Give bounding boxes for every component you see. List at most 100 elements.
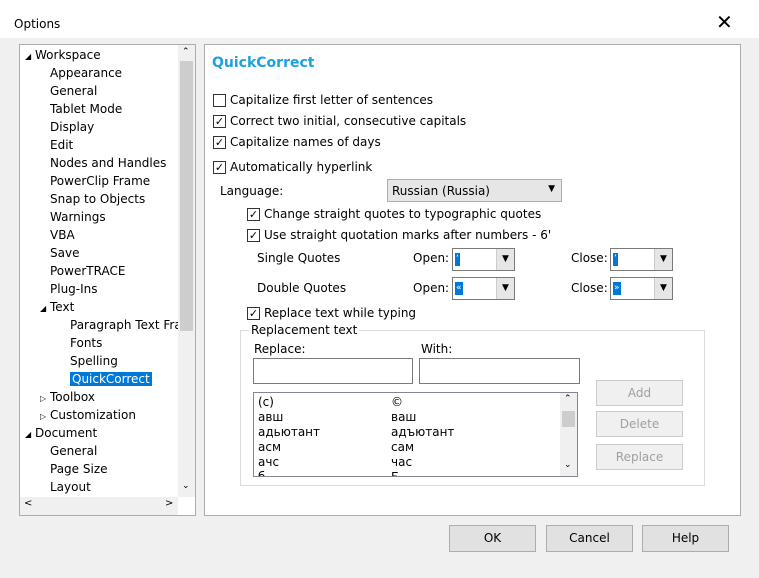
tree-item[interactable]: QuickCorrect <box>70 370 152 388</box>
capitalize-days-checkbox[interactable]: ✓ Capitalize names of days <box>213 135 381 149</box>
with-label: With: <box>421 342 453 356</box>
replace-input[interactable] <box>253 358 413 384</box>
expanded-icon[interactable]: ◢ <box>40 300 50 318</box>
checkbox-box[interactable] <box>213 93 226 107</box>
typographic-quotes-checkbox[interactable]: ✓ Change straight quotes to typographic q… <box>247 207 541 221</box>
tree-item-label: General <box>50 444 98 458</box>
replace-cell: ачс <box>258 455 280 469</box>
expanded-icon[interactable]: ◢ <box>25 48 35 66</box>
tree-item[interactable]: General <box>50 82 97 100</box>
checkbox-box[interactable]: ✓ <box>213 135 226 149</box>
ok-button[interactable]: OK <box>449 525 536 552</box>
tree-item[interactable]: Display <box>50 118 94 136</box>
expanded-icon[interactable]: ◢ <box>25 426 35 444</box>
tree-item[interactable]: General <box>50 442 97 460</box>
tree-item[interactable]: ◢ Text <box>40 298 74 316</box>
chevron-down-icon: ▼ <box>496 278 514 299</box>
replacement-list[interactable]: (c) © авш ваш адьютант адъютант асм сам ачс час б Б… <box>253 392 578 477</box>
tree-item-label: Nodes and Handles <box>50 156 167 170</box>
tree-item-label: Tablet Mode <box>50 102 123 116</box>
title-bar: Options ✕ <box>0 0 759 38</box>
tree-item[interactable]: VBA <box>50 226 75 244</box>
checkbox-box[interactable]: ✓ <box>213 160 226 174</box>
close-icon[interactable]: ✕ <box>716 10 733 34</box>
tree-item-label: Page Size <box>50 462 108 476</box>
tree-item-label: Plug-Ins <box>50 282 98 296</box>
close-label: Close: <box>571 251 608 265</box>
tree-item[interactable]: Page Size <box>50 460 108 478</box>
double-open-dropdown[interactable]: «▼ <box>452 277 515 300</box>
tree-item-label: Save <box>50 246 80 260</box>
tree-item-label: Spelling <box>70 354 118 368</box>
tree-item[interactable]: Tablet Mode <box>50 100 122 118</box>
category-tree[interactable]: ◢ Workspace Appearance General Tablet Mode Di… <box>19 44 196 516</box>
tree-horizontal-scrollbar[interactable]: < > <box>20 497 178 515</box>
language-dropdown[interactable]: Russian (Russia) ▼ <box>387 179 562 202</box>
capitalize-first-checkbox[interactable]: Capitalize first letter of sentences <box>213 93 433 107</box>
tree-item[interactable]: Edit <box>50 136 73 154</box>
open-label: Open: <box>413 251 450 265</box>
scroll-left-icon[interactable]: < <box>24 498 32 509</box>
checkbox-label: Use straight quotation marks after numbe… <box>264 228 552 242</box>
tree-item-label: Edit <box>50 138 74 152</box>
tree-item[interactable]: Appearance <box>50 64 122 82</box>
tree-item[interactable]: Spelling <box>70 352 118 370</box>
auto-hyperlink-checkbox[interactable]: ✓ Automatically hyperlink <box>213 160 372 174</box>
scroll-right-icon[interactable]: > <box>165 498 173 509</box>
checkbox-box[interactable]: ✓ <box>247 306 260 320</box>
add-button[interactable]: Add <box>596 380 683 406</box>
list-scroll-thumb[interactable] <box>562 411 575 427</box>
tree-item-label: PowerTRACE <box>50 264 126 278</box>
scroll-up-icon[interactable]: ⌃ <box>564 394 572 404</box>
tree-item[interactable]: PowerClip Frame <box>50 172 150 190</box>
single-open-dropdown[interactable]: ‘▼ <box>452 248 515 271</box>
replace-cell: адьютант <box>258 425 321 439</box>
tree-item[interactable]: Nodes and Handles <box>50 154 166 172</box>
scroll-up-icon[interactable]: ⌃ <box>182 47 190 57</box>
checkbox-box[interactable]: ✓ <box>213 114 226 128</box>
straight-after-numbers-checkbox[interactable]: ✓ Use straight quotation marks after numb… <box>247 228 551 242</box>
chevron-down-icon: ▼ <box>654 278 672 299</box>
double-close-dropdown[interactable]: » ▼ <box>610 277 673 300</box>
delete-button[interactable]: Delete <box>596 411 683 437</box>
help-button[interactable]: Help <box>642 525 729 552</box>
tree-item[interactable]: ▷ Toolbox <box>40 388 95 406</box>
language-label: Language: <box>220 184 284 198</box>
tree-item[interactable]: ◢ Workspace <box>25 46 101 64</box>
replace-cell: асм <box>258 440 282 454</box>
scroll-down-icon[interactable]: ⌄ <box>564 460 572 470</box>
tree-item[interactable]: Save <box>50 244 79 262</box>
tree-item[interactable]: Paragraph Text Fra... <box>70 316 193 334</box>
tree-item[interactable]: ▷ Customization <box>40 406 136 424</box>
language-value: Russian (Russia) <box>392 184 490 198</box>
replace-while-typing-checkbox[interactable]: ✓ Replace text while typing <box>247 306 416 320</box>
cancel-button[interactable]: Cancel <box>546 525 633 552</box>
group-label: Replacement text <box>249 323 360 337</box>
correct-two-capitals-checkbox[interactable]: ✓ Correct two initial, consecutive capita… <box>213 114 466 128</box>
scroll-down-icon[interactable]: ⌄ <box>182 481 190 491</box>
tree-item[interactable]: ◢ Document <box>25 424 97 442</box>
single-close-dropdown[interactable]: ’ ▼ <box>610 248 673 271</box>
tree-item[interactable]: Plug-Ins <box>50 280 98 298</box>
chevron-down-icon: ▼ <box>548 184 555 194</box>
with-input[interactable] <box>419 358 580 384</box>
tree-item[interactable]: Fonts <box>70 334 102 352</box>
list-scrollbar[interactable]: ⌃ ⌄ <box>560 393 577 476</box>
tree-item[interactable]: PowerTRACE <box>50 262 125 280</box>
tree-item[interactable]: Warnings <box>50 208 106 226</box>
tree-item-label: Display <box>50 120 95 134</box>
tree-scroll-thumb[interactable] <box>180 61 193 331</box>
tree-item[interactable]: Snap to Objects <box>50 190 145 208</box>
checkbox-box[interactable]: ✓ <box>247 228 260 242</box>
chevron-down-icon: ▼ <box>496 249 514 270</box>
tree-item-label: VBA <box>50 228 75 242</box>
close-label: Close: <box>571 281 608 295</box>
replace-button[interactable]: Replace <box>596 444 683 470</box>
open-label: Open: <box>413 281 450 295</box>
checkbox-label: Automatically hyperlink <box>230 160 373 174</box>
replace-label: Replace: <box>254 342 306 356</box>
tree-item[interactable]: Layout <box>50 478 91 496</box>
tree-item-label: General <box>50 84 98 98</box>
checkbox-box[interactable]: ✓ <box>247 207 260 221</box>
tree-item-label: Customization <box>50 408 136 422</box>
